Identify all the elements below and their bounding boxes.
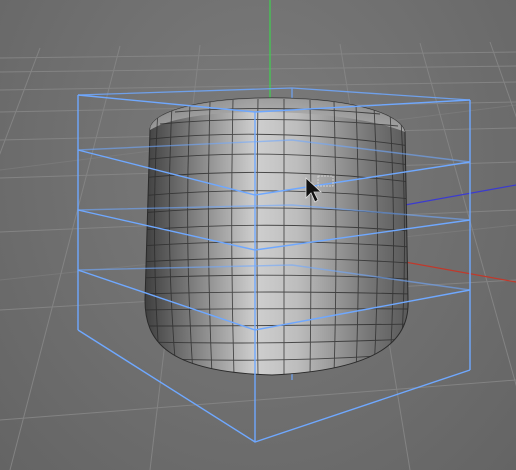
viewport-canvas[interactable] bbox=[0, 0, 516, 470]
3d-viewport[interactable] bbox=[0, 0, 516, 470]
x-axis-line bbox=[404, 261, 516, 283]
mesh-object[interactable] bbox=[140, 97, 410, 376]
